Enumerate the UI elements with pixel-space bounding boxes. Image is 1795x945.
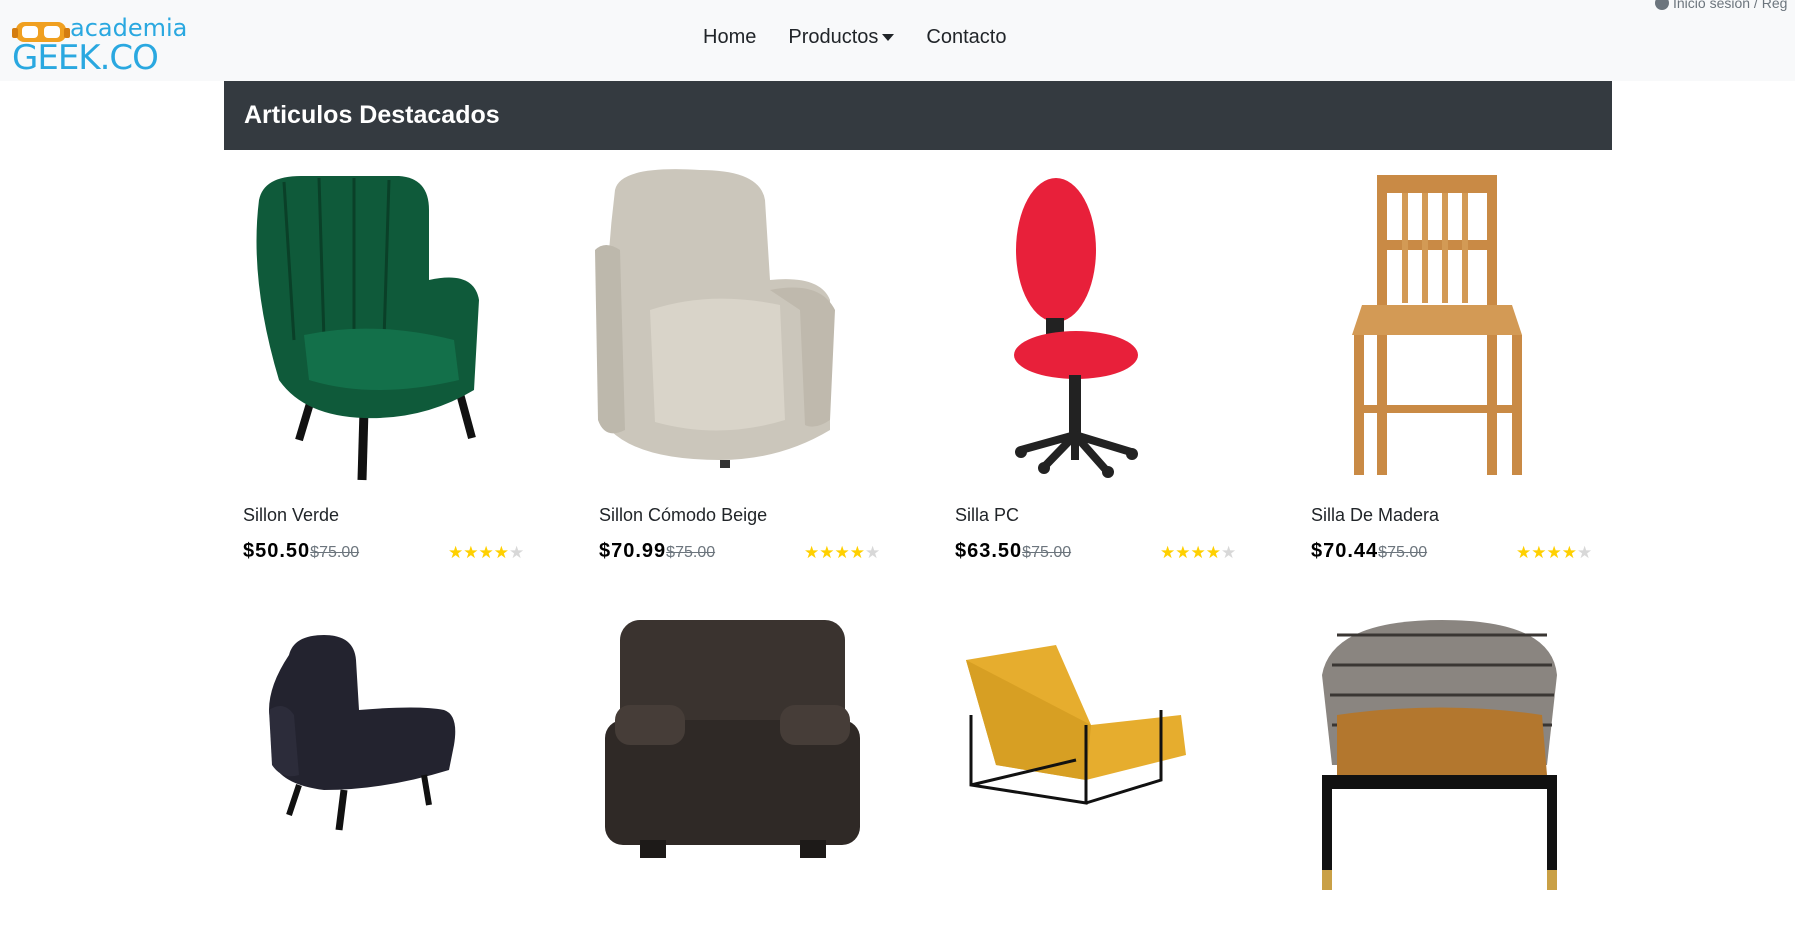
star-filled-icon: ★ [478, 543, 494, 562]
featured-title: Articulos Destacados [244, 101, 500, 129]
featured-header: Articulos Destacados [224, 81, 1612, 150]
product-price: $63.50$75.00 [955, 540, 1071, 563]
current-price: $50.50 [243, 540, 311, 562]
nav-home-link[interactable]: Home [703, 22, 756, 52]
main-nav: Home Productos Contacto [703, 22, 1038, 52]
star-filled-icon: ★ [448, 543, 464, 562]
product-price: $70.44$75.00 [1311, 540, 1427, 563]
star-empty-icon: ★ [1221, 543, 1237, 562]
login-link[interactable]: Inicio sesión / Reg [1655, 0, 1795, 11]
product-image-navy-armchair[interactable] [224, 615, 524, 945]
star-filled-icon: ★ [463, 543, 479, 562]
rating-stars: ★ ★ ★ ★ ★ [1160, 544, 1236, 562]
product-image-houndstooth-armchair[interactable] [1292, 615, 1592, 945]
product-name[interactable]: Silla PC [955, 505, 1019, 526]
nav-productos-dropdown[interactable]: Productos [788, 22, 895, 52]
product-price: $70.99$75.00 [599, 540, 715, 563]
old-price: $75.00 [310, 544, 360, 561]
current-price: $70.99 [599, 540, 667, 562]
nav-productos-label: Productos [788, 26, 879, 48]
star-filled-icon: ★ [1531, 543, 1547, 562]
product-name[interactable]: Silla De Madera [1311, 505, 1439, 526]
user-circle-icon [1655, 0, 1669, 10]
star-filled-icon: ★ [1561, 543, 1577, 562]
login-label: Inicio sesión / Reg [1673, 0, 1788, 11]
star-empty-icon: ★ [509, 543, 525, 562]
brand-text-bottom: GEEK.CO [12, 38, 159, 78]
star-filled-icon: ★ [1546, 543, 1562, 562]
caret-down-icon [882, 33, 895, 41]
product-price: $50.50$75.00 [243, 540, 359, 563]
product-image-beige-recliner[interactable] [580, 160, 880, 490]
star-filled-icon: ★ [1516, 543, 1532, 562]
star-filled-icon: ★ [834, 543, 850, 562]
product-name[interactable]: Sillon Verde [243, 505, 339, 526]
star-filled-icon: ★ [1160, 543, 1176, 562]
product-image-brown-leather-armchair[interactable] [580, 615, 880, 945]
star-filled-icon: ★ [849, 543, 865, 562]
star-filled-icon: ★ [819, 543, 835, 562]
star-filled-icon: ★ [1190, 543, 1206, 562]
star-empty-icon: ★ [865, 543, 881, 562]
old-price: $75.00 [1022, 544, 1072, 561]
product-image-green-velvet-armchair[interactable] [224, 160, 524, 490]
rating-stars: ★ ★ ★ ★ ★ [448, 544, 524, 562]
rating-stars: ★ ★ ★ ★ ★ [804, 544, 880, 562]
product-image-red-office-chair[interactable] [936, 160, 1236, 490]
product-image-mustard-lounge-chair[interactable] [936, 615, 1236, 945]
star-filled-icon: ★ [1175, 543, 1191, 562]
old-price: $75.00 [1378, 544, 1428, 561]
star-filled-icon: ★ [493, 543, 509, 562]
product-name[interactable]: Sillon Cómodo Beige [599, 505, 767, 526]
star-filled-icon: ★ [1205, 543, 1221, 562]
star-empty-icon: ★ [1577, 543, 1593, 562]
current-price: $63.50 [955, 540, 1023, 562]
rating-stars: ★ ★ ★ ★ ★ [1516, 544, 1592, 562]
current-price: $70.44 [1311, 540, 1379, 562]
brand-logo[interactable]: academia GEEK.CO [12, 12, 187, 78]
nav-contacto-link[interactable]: Contacto [926, 22, 1006, 52]
old-price: $75.00 [666, 544, 716, 561]
navbar: academia GEEK.CO Home Productos Contacto… [0, 0, 1795, 81]
star-filled-icon: ★ [804, 543, 820, 562]
product-image-wooden-chair[interactable] [1292, 160, 1592, 490]
